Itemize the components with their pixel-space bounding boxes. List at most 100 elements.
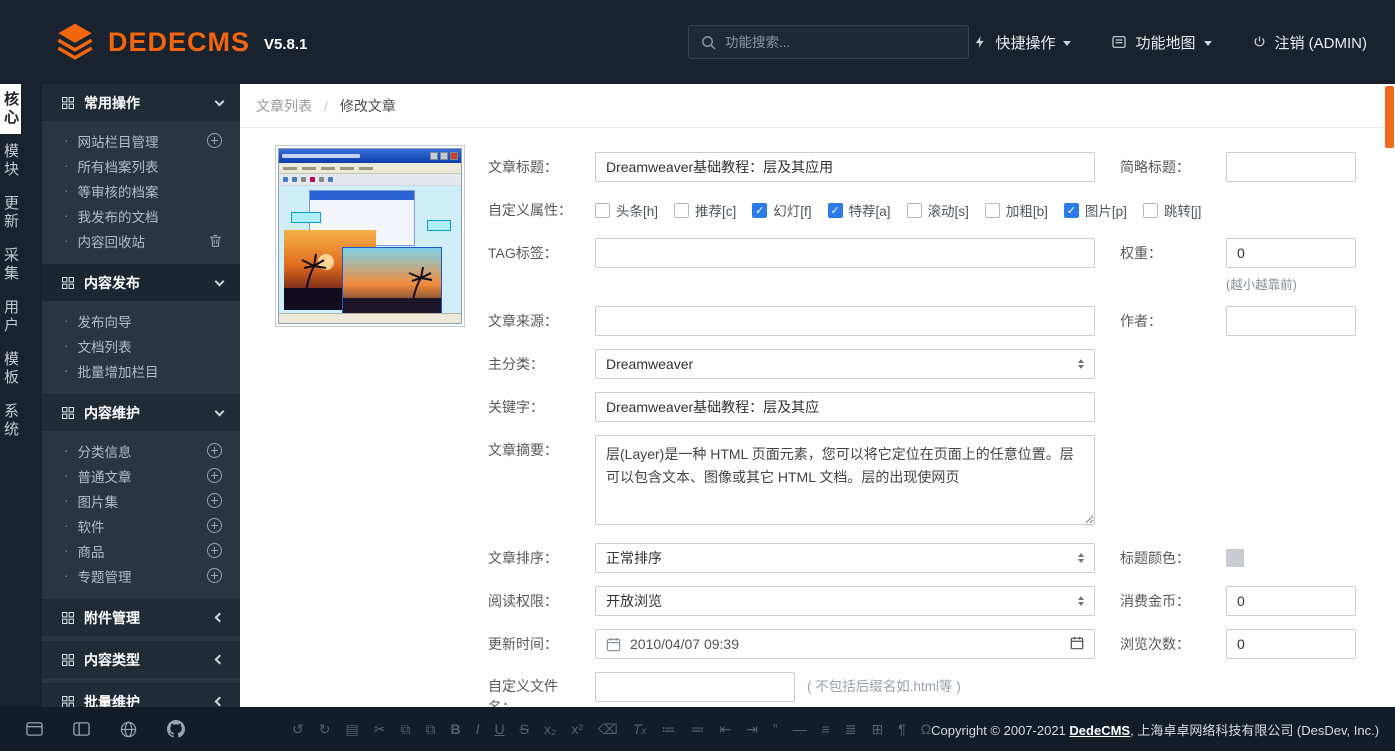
sidebar-item-normal-article[interactable]: · 普通文章	[42, 463, 240, 488]
attr-checkbox-featured[interactable]: 特荐[a]	[828, 200, 891, 220]
editor-hr-icon[interactable]: —	[793, 721, 807, 737]
editor-subscript-icon[interactable]: x₂	[544, 721, 556, 737]
editor-italic-icon[interactable]: I	[476, 721, 480, 737]
editor-blockquote-icon[interactable]: ”	[773, 721, 778, 737]
sidebar-item-site-columns[interactable]: · 网站栏目管理	[42, 128, 240, 153]
checkbox-icon[interactable]	[1064, 203, 1079, 218]
summary-textarea[interactable]: 层(Layer)是一种 HTML 页面元素，您可以将它定位在页面上的任意位置。层…	[595, 435, 1095, 525]
editor-text-color-icon[interactable]: Tx	[633, 721, 647, 737]
editor-cut-icon[interactable]: ✂	[374, 721, 386, 738]
editor-source-icon[interactable]: ▤	[345, 721, 358, 738]
coins-input[interactable]	[1226, 586, 1356, 616]
sidebar-item-my-documents[interactable]: · 我发布的文档	[42, 203, 240, 228]
attr-checkbox-recommend[interactable]: 推荐[c]	[674, 200, 736, 220]
views-input[interactable]	[1226, 629, 1356, 659]
plus-circle-icon[interactable]	[207, 493, 222, 508]
sidebar-item-special-topics[interactable]: · 专题管理	[42, 563, 240, 588]
sidebar-item-all-archives[interactable]: · 所有档案列表	[42, 153, 240, 178]
window-icon[interactable]	[26, 721, 43, 737]
rail-item-collect[interactable]: 采集	[0, 240, 21, 290]
plus-circle-icon[interactable]	[207, 568, 222, 583]
editor-paste-icon[interactable]: ⧉	[425, 721, 435, 738]
checkbox-icon[interactable]	[907, 203, 922, 218]
globe-icon[interactable]	[120, 721, 137, 738]
attr-checkbox-picture[interactable]: 图片[p]	[1064, 200, 1127, 220]
sidebar-item-document-list[interactable]: · 文档列表	[42, 333, 240, 358]
github-icon[interactable]	[167, 720, 185, 738]
sidebar-item-software[interactable]: · 软件	[42, 513, 240, 538]
sidebar-item-pending-archives[interactable]: · 等审核的档案	[42, 178, 240, 203]
feature-map-menu[interactable]: 功能地图	[1111, 32, 1211, 53]
editor-special-char-icon[interactable]: Ω	[921, 721, 931, 737]
category-select[interactable]: Dreamweaver	[595, 349, 1095, 379]
attr-checkbox-jump[interactable]: 跳转[j]	[1143, 200, 1202, 220]
source-input[interactable]	[595, 306, 1095, 336]
sort-select[interactable]: 正常排序	[595, 543, 1095, 573]
rail-item-update[interactable]: 更新	[0, 188, 21, 238]
checkbox-icon[interactable]	[828, 203, 843, 218]
keywords-input[interactable]	[595, 392, 1095, 422]
editor-redo-icon[interactable]: ↻	[319, 721, 331, 738]
sidebar-group-common-operations[interactable]: 常用操作	[42, 84, 240, 121]
editor-unordered-list-icon[interactable]: ≕	[690, 721, 704, 738]
editor-superscript-icon[interactable]: x²	[571, 721, 583, 737]
editor-table-icon[interactable]: ⊞	[871, 721, 883, 738]
vertical-scrollbar-thumb[interactable]	[1385, 86, 1394, 148]
attr-checkbox-headline[interactable]: 头条[h]	[595, 200, 658, 220]
dedecms-link[interactable]: DedeCMS	[1069, 723, 1130, 738]
breadcrumb-article-list[interactable]: 文章列表	[256, 96, 312, 116]
article-title-input[interactable]	[595, 152, 1095, 182]
sidebar-group-batch-maintain[interactable]: 批量维护	[42, 683, 240, 707]
editor-copy-icon[interactable]: ⧉	[400, 721, 410, 738]
checkbox-icon[interactable]	[752, 203, 767, 218]
editor-outdent-icon[interactable]: ⇤	[719, 721, 731, 738]
attr-checkbox-slideshow[interactable]: 幻灯[f]	[752, 200, 811, 220]
function-search[interactable]	[688, 25, 969, 59]
author-input[interactable]	[1226, 306, 1356, 336]
rail-item-system[interactable]: 系统	[0, 396, 21, 446]
sidebar-toggle-icon[interactable]	[73, 721, 90, 737]
logout-button[interactable]: 注销 (ADMIN)	[1252, 32, 1368, 53]
tags-input[interactable]	[595, 238, 1095, 268]
plus-circle-icon[interactable]	[207, 443, 222, 458]
sidebar-item-batch-add-columns[interactable]: · 批量增加栏目	[42, 358, 240, 383]
plus-circle-icon[interactable]	[207, 543, 222, 558]
checkbox-icon[interactable]	[595, 203, 610, 218]
weight-input[interactable]	[1226, 238, 1356, 268]
checkbox-icon[interactable]	[1143, 203, 1158, 218]
trash-icon[interactable]	[209, 234, 222, 248]
sidebar-group-content-maintain[interactable]: 内容维护	[42, 394, 240, 431]
title-color-swatch[interactable]	[1226, 549, 1244, 567]
sidebar-item-image-gallery[interactable]: · 图片集	[42, 488, 240, 513]
editor-align-left-icon[interactable]: ≡	[822, 721, 830, 737]
rail-item-modules[interactable]: 模块	[0, 136, 21, 186]
update-time-picker[interactable]: 2010/04/07 09:39	[595, 629, 1095, 659]
app-logo[interactable]: DEDECMS V5.8.1	[54, 21, 307, 63]
plus-circle-icon[interactable]	[207, 468, 222, 483]
rail-item-users[interactable]: 用户	[0, 292, 21, 342]
short-title-input[interactable]	[1226, 152, 1356, 182]
sidebar-item-recycle-bin[interactable]: · 内容回收站	[42, 228, 240, 253]
editor-strikethrough-icon[interactable]: S	[520, 721, 529, 737]
editor-bold-icon[interactable]: B	[450, 721, 460, 737]
editor-underline-icon[interactable]: U	[494, 721, 504, 737]
editor-ordered-list-icon[interactable]: ≔	[661, 721, 675, 738]
rail-item-templates[interactable]: 模板	[0, 344, 21, 394]
rail-item-core[interactable]: 核心	[0, 84, 21, 134]
editor-undo-icon[interactable]: ↺	[292, 721, 304, 738]
quick-actions-menu[interactable]: 快捷操作	[973, 32, 1071, 53]
read-access-select[interactable]: 开放浏览	[595, 586, 1095, 616]
search-input[interactable]	[725, 35, 956, 50]
sidebar-item-goods[interactable]: · 商品	[42, 538, 240, 563]
editor-align-justify-icon[interactable]: ≣	[845, 721, 857, 738]
filename-input[interactable]	[595, 672, 795, 702]
sidebar-group-content-publish[interactable]: 内容发布	[42, 264, 240, 301]
attr-checkbox-scroll[interactable]: 滚动[s]	[907, 200, 969, 220]
editor-indent-icon[interactable]: ⇥	[746, 721, 758, 738]
sidebar-item-classified-info[interactable]: · 分类信息	[42, 438, 240, 463]
sidebar-item-publish-wizard[interactable]: · 发布向导	[42, 308, 240, 333]
plus-circle-icon[interactable]	[207, 133, 222, 148]
sidebar-group-content-types[interactable]: 内容类型	[42, 641, 240, 678]
editor-remove-format-icon[interactable]: ⌫	[598, 721, 618, 738]
plus-circle-icon[interactable]	[207, 518, 222, 533]
